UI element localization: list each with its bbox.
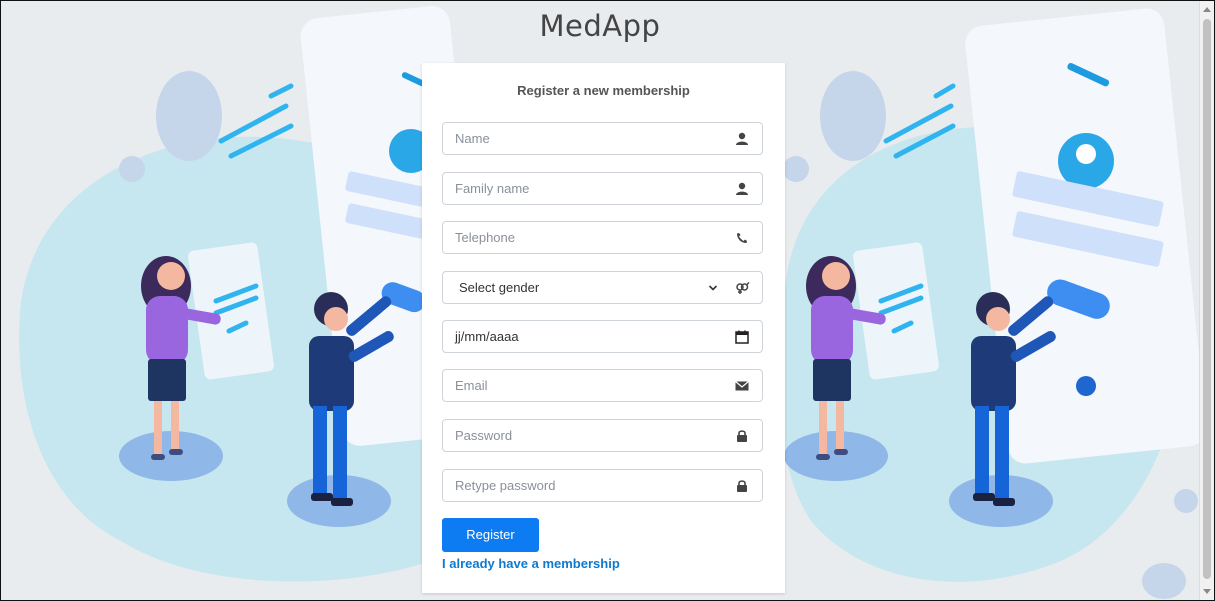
email-placeholder: Email [455, 378, 488, 393]
telephone-placeholder: Telephone [455, 230, 515, 245]
register-card: Register a new membership Name Family na… [422, 63, 785, 593]
browser-viewport: MedApp Register a new membership Name Fa… [0, 0, 1215, 601]
gender-select[interactable]: Select gender [442, 271, 763, 304]
retype-password-input[interactable]: Retype password [442, 469, 763, 502]
phone-icon [737, 233, 747, 243]
email-input[interactable]: Email [442, 369, 763, 402]
scroll-up-icon[interactable] [1203, 7, 1211, 12]
right-oval [820, 71, 886, 161]
birthdate-value: jj/mm/aaaa [455, 329, 519, 344]
right-bottom-oval [1142, 563, 1186, 599]
left-small-dot [119, 156, 145, 182]
family-name-placeholder: Family name [455, 181, 530, 196]
gender-selected-value: Select gender [459, 280, 540, 295]
user-icon [736, 182, 748, 195]
register-button[interactable]: Register [442, 518, 539, 552]
right-bottom-dot [1174, 489, 1198, 513]
right-small-dot [783, 156, 809, 182]
name-input[interactable]: Name [442, 122, 763, 155]
retype-password-placeholder: Retype password [455, 478, 556, 493]
telephone-input[interactable]: Telephone [442, 221, 763, 254]
family-name-input[interactable]: Family name [442, 172, 763, 205]
password-input[interactable]: Password [442, 419, 763, 452]
name-placeholder: Name [455, 131, 490, 146]
calendar-icon[interactable] [734, 329, 750, 345]
login-link[interactable]: I already have a membership [442, 556, 620, 571]
vertical-scrollbar[interactable] [1199, 1, 1214, 600]
app-title: MedApp [539, 9, 661, 43]
lock-icon [737, 480, 747, 492]
right-phone-dot [1076, 376, 1096, 396]
birthdate-input[interactable]: jj/mm/aaaa [442, 320, 763, 353]
envelope-icon [735, 381, 749, 391]
user-icon [736, 132, 748, 145]
scrollbar-thumb[interactable] [1203, 19, 1211, 579]
password-placeholder: Password [455, 428, 513, 443]
form-heading: Register a new membership [517, 83, 690, 98]
scroll-down-icon[interactable] [1203, 589, 1211, 594]
left-oval [156, 71, 222, 161]
gender-icon [736, 281, 750, 294]
chevron-down-icon [708, 285, 718, 291]
right-avatar-head [1076, 144, 1096, 164]
lock-icon [737, 430, 747, 442]
